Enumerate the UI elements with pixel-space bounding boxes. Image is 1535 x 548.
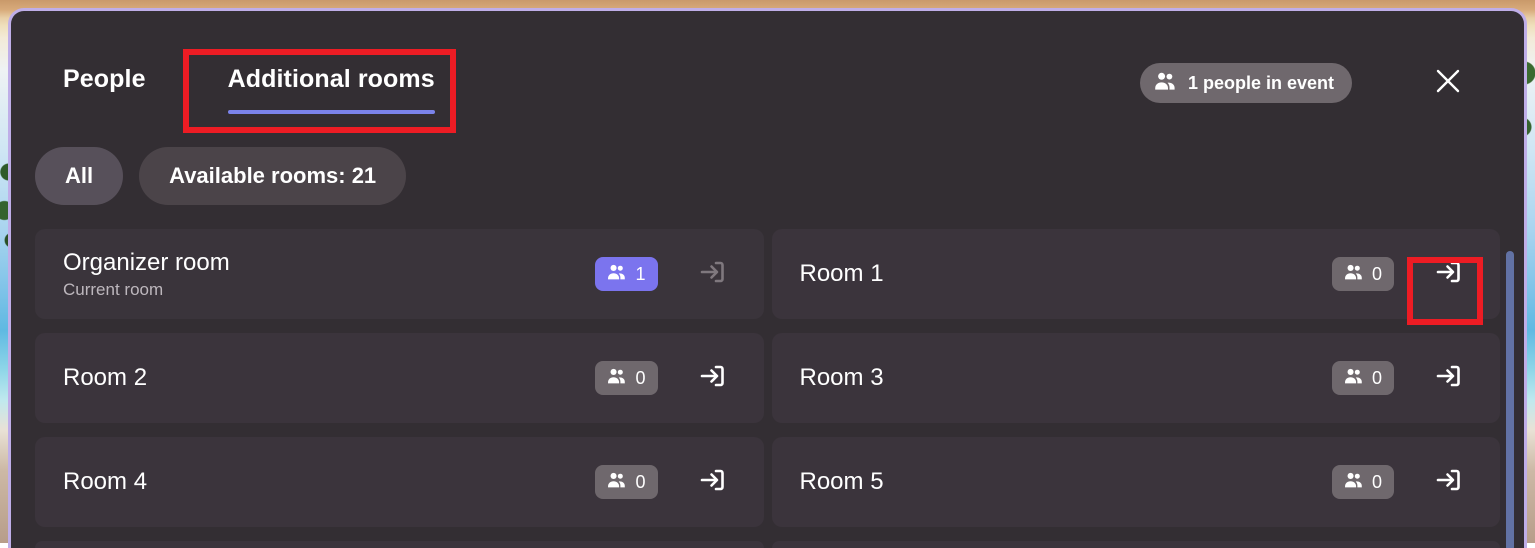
tab-active-underline bbox=[228, 110, 435, 114]
room-1-enter-button[interactable] bbox=[1420, 246, 1476, 302]
people-icon bbox=[607, 368, 626, 389]
room-name: Organizer room bbox=[63, 248, 595, 278]
room-list-scrollbar[interactable] bbox=[1506, 251, 1514, 548]
room-text-block: Organizer room Current room bbox=[63, 248, 595, 301]
room-participant-count: 0 bbox=[1372, 264, 1382, 285]
room-card-room-2[interactable]: Room 2 0 bbox=[35, 333, 764, 423]
room-participant-count: 0 bbox=[1372, 472, 1382, 493]
room-name: Room 4 bbox=[63, 467, 595, 497]
tab-people[interactable]: People bbox=[63, 63, 204, 95]
people-icon bbox=[1344, 368, 1363, 389]
room-card-room-1[interactable]: Room 1 0 bbox=[772, 229, 1501, 319]
room-participant-count-badge: 0 bbox=[1332, 361, 1394, 395]
room-4-enter-button[interactable] bbox=[684, 454, 740, 510]
room-participant-count-badge: 0 bbox=[1332, 257, 1394, 291]
room-2-enter-button[interactable] bbox=[684, 350, 740, 406]
enter-room-icon bbox=[695, 255, 729, 294]
room-name: Room 5 bbox=[800, 467, 1332, 497]
filter-chip-available-rooms[interactable]: Available rooms: 21 bbox=[139, 147, 406, 205]
enter-room-icon bbox=[1431, 359, 1465, 398]
filter-chip-all[interactable]: All bbox=[35, 147, 123, 205]
enter-room-icon bbox=[695, 359, 729, 398]
room-text-block: Room 1 bbox=[800, 259, 1332, 289]
room-card-next-partial[interactable] bbox=[35, 541, 764, 548]
room-text-block: Room 2 bbox=[63, 363, 595, 393]
room-card-room-3[interactable]: Room 3 0 bbox=[772, 333, 1501, 423]
room-participant-count: 0 bbox=[635, 368, 645, 389]
room-text-block: Room 5 bbox=[800, 467, 1332, 497]
people-icon bbox=[1344, 264, 1363, 285]
tab-additional-rooms[interactable]: Additional rooms bbox=[204, 63, 459, 95]
room-card-room-4[interactable]: Room 4 0 bbox=[35, 437, 764, 527]
people-icon bbox=[1344, 472, 1363, 493]
room-3-enter-button[interactable] bbox=[1420, 350, 1476, 406]
tab-additional-rooms-label: Additional rooms bbox=[228, 65, 435, 93]
room-participant-count-badge: 0 bbox=[1332, 465, 1394, 499]
room-subtitle: Current room bbox=[63, 279, 595, 301]
room-card-next-partial[interactable] bbox=[772, 541, 1501, 548]
room-name: Room 2 bbox=[63, 363, 595, 393]
people-icon bbox=[607, 472, 626, 493]
close-icon bbox=[1433, 66, 1463, 101]
organizer-room-enter-button bbox=[684, 246, 740, 302]
room-5-enter-button[interactable] bbox=[1420, 454, 1476, 510]
room-participant-count-badge: 0 bbox=[595, 465, 657, 499]
room-card-organizer-room[interactable]: Organizer room Current room 1 bbox=[35, 229, 764, 319]
filter-chip-all-label: All bbox=[65, 163, 93, 189]
enter-room-icon bbox=[695, 463, 729, 502]
people-in-event-label: 1 people in event bbox=[1188, 73, 1334, 94]
room-participant-count: 0 bbox=[635, 472, 645, 493]
additional-rooms-dialog: People Additional rooms 1 people in even… bbox=[8, 8, 1527, 548]
room-name: Room 3 bbox=[800, 363, 1332, 393]
people-icon bbox=[1154, 72, 1176, 95]
enter-room-icon bbox=[1431, 255, 1465, 294]
room-participant-count: 1 bbox=[635, 264, 645, 285]
enter-room-icon bbox=[1431, 463, 1465, 502]
room-text-block: Room 4 bbox=[63, 467, 595, 497]
room-card-room-5[interactable]: Room 5 0 bbox=[772, 437, 1501, 527]
filter-chip-available-rooms-label: Available rooms: 21 bbox=[169, 163, 376, 189]
people-icon bbox=[607, 264, 626, 285]
room-text-block: Room 3 bbox=[800, 363, 1332, 393]
room-participant-count: 0 bbox=[1372, 368, 1382, 389]
room-list[interactable]: Organizer room Current room 1 bbox=[35, 229, 1500, 548]
people-in-event-badge[interactable]: 1 people in event bbox=[1140, 63, 1352, 103]
room-participant-count-badge: 0 bbox=[595, 361, 657, 395]
room-filter-chips: All Available rooms: 21 bbox=[35, 147, 406, 205]
dialog-header: People Additional rooms 1 people in even… bbox=[11, 11, 1524, 129]
room-participant-count-badge: 1 bbox=[595, 257, 657, 291]
scrollbar-thumb[interactable] bbox=[1506, 251, 1514, 548]
tab-people-label: People bbox=[63, 65, 146, 93]
tab-bar: People Additional rooms bbox=[63, 63, 459, 95]
close-button[interactable] bbox=[1428, 63, 1468, 103]
room-name: Room 1 bbox=[800, 259, 1332, 289]
